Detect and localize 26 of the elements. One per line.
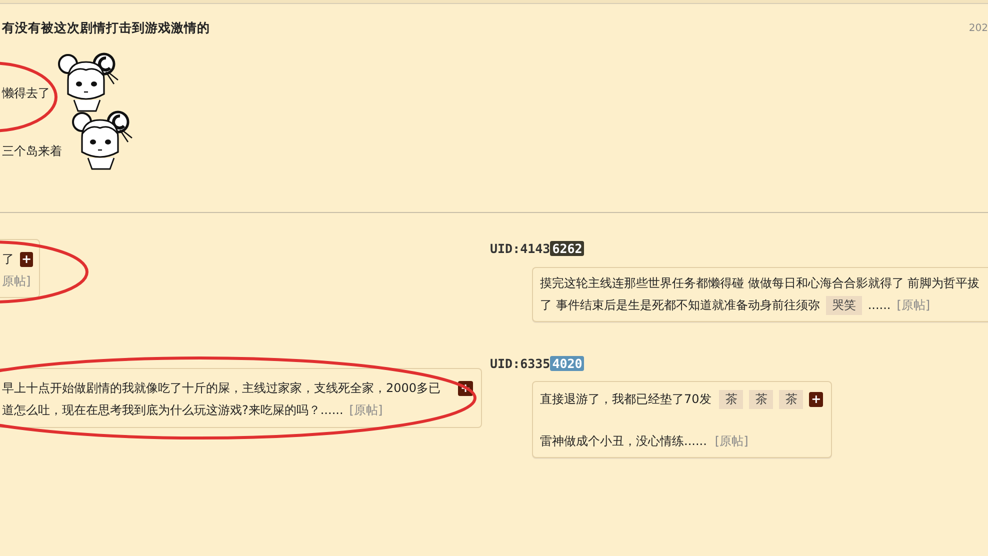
reply-text: 了 事件结束后是生是死都不知道就准备动身前往须弥 <box>540 296 820 314</box>
uid-badge: 4020 <box>550 356 584 370</box>
reply-text: 道怎么吐，现在在思考我到底为什么玩这游戏?来吃屎的吗？...... <box>2 402 344 418</box>
reply-text: 早上十点开始做剧情的我就像吃了十斤的屎，主线过家家，支线死全家，2000多已 <box>2 380 441 396</box>
original-post-link[interactable]: [原帖] <box>349 402 383 418</box>
emoticon-tag: 哭笑 <box>826 296 862 314</box>
emoticon-tag: 茶 <box>749 390 774 408</box>
user-id: UID:6335 <box>490 356 550 370</box>
emoticon-tag: 茶 <box>719 390 744 408</box>
reply-text: ...... <box>868 298 891 312</box>
emoticon-tag: 茶 <box>779 390 804 408</box>
original-post-link[interactable]: 原帖] <box>2 272 31 290</box>
original-post-link[interactable]: [原帖] <box>896 296 930 314</box>
reply-text: 雷神做成个小丑，没心情练...... <box>540 432 707 450</box>
reply-text: 摸完这轮主线连那些世界任务都懒得碰 做做每日和心海合合影就得了 前脚为哲平拔 <box>540 274 980 292</box>
expand-button[interactable]: + <box>20 252 33 266</box>
post-text: 懒得去了 <box>2 84 50 102</box>
post-date: 202 <box>968 22 988 34</box>
expand-button[interactable]: + <box>809 392 823 406</box>
uid-badge: 6262 <box>550 240 584 256</box>
reply-text: 直接退游了，我都已经垫了70发 <box>540 390 712 408</box>
user-id: UID:4143 <box>490 240 550 256</box>
reply-text: 了 <box>2 250 14 268</box>
original-post-link[interactable]: [原帖] <box>714 432 748 450</box>
thread-title: 有没有被这次剧情打击到游戏激情的 <box>2 20 210 36</box>
post-text: 三个岛来着 <box>2 142 62 160</box>
